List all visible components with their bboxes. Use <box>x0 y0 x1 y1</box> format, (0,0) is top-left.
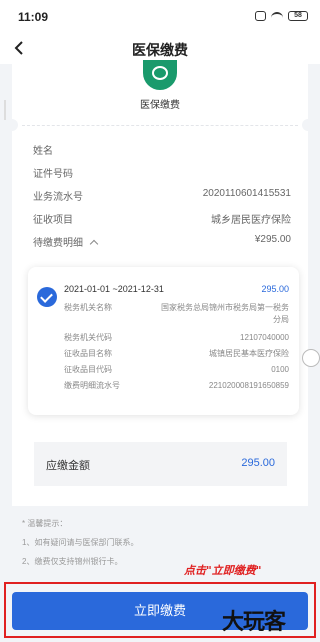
scroll-indicator <box>4 100 6 120</box>
service-name: 医保缴费 <box>140 100 180 111</box>
detail-label: 税务机关名称 <box>64 303 112 312</box>
chevron-up-icon[interactable] <box>89 239 99 249</box>
field-row-name: 姓名 <box>33 142 291 157</box>
field-row-id-number: 证件号码 <box>33 165 291 180</box>
tips-line: 1、如有疑问请与医保部门联系。 <box>22 538 139 547</box>
status-bar: 11:09 58 <box>0 0 320 32</box>
detail-label: 征收品目代码 <box>64 365 112 374</box>
field-row-serial: 业务流水号 2020110601415531 <box>33 188 291 203</box>
tips-title: * 温馨提示： <box>22 519 68 528</box>
annotation-text: 点击"立即缴费" <box>184 564 262 577</box>
detail-amount: 295.00 <box>261 284 289 294</box>
detail-label: 缴费明细流水号 <box>64 381 120 390</box>
card-notch-right <box>302 119 314 131</box>
field-label: 证件号码 <box>33 169 73 180</box>
checkbox-checked-icon[interactable] <box>37 287 57 307</box>
alarm-icon <box>255 11 266 21</box>
field-row-pending-details[interactable]: 待缴费明细 ¥295.00 <box>33 234 291 249</box>
detail-label: 征收品目名称 <box>64 349 112 358</box>
field-value: 2020110601415531 <box>202 188 291 199</box>
status-icons: 58 <box>255 11 308 21</box>
status-time: 11:09 <box>18 10 49 24</box>
battery-icon: 58 <box>288 11 308 21</box>
detail-label: 税务机关代码 <box>64 333 112 342</box>
radio-button[interactable] <box>302 349 320 367</box>
total-label: 应缴金额 <box>46 460 90 472</box>
page-title: 医保缴费 <box>132 42 188 58</box>
watermark-text: 大玩客 <box>222 610 286 635</box>
field-label: 姓名 <box>33 146 53 157</box>
detail-value: 0100 <box>271 365 289 374</box>
tips-line: 2、缴费仅支持锦州银行卡。 <box>22 557 123 566</box>
detail-value: 22102000819165085​9 <box>208 381 289 390</box>
wifi-icon <box>271 11 283 21</box>
field-label: 征收项目 <box>33 215 73 226</box>
detail-value: 国家税务总局锦州市税务局第一税务分局 <box>161 303 289 324</box>
payment-detail-card[interactable]: 2021-01-01 ~2021-12-31 295.00 税务机关名称 国家税… <box>28 267 299 415</box>
payment-card: 医保缴费 姓名 证件号码 业务流水号 2020110601415531 征收项目… <box>6 60 320 506</box>
field-row-item: 征收项目 城乡居民医疗保险 <box>33 211 291 226</box>
detail-period: 2021-01-01 ~2021-12-31 <box>64 284 164 294</box>
field-label: 待缴费明细 <box>33 234 99 249</box>
total-due-box: 应缴金额 295.00 <box>34 442 287 486</box>
medical-insurance-logo-icon <box>143 60 177 90</box>
field-label: 业务流水号 <box>33 192 83 203</box>
dashed-divider <box>22 125 298 126</box>
card-notch-left <box>6 119 18 131</box>
field-value: ¥295.00 <box>254 234 291 245</box>
total-value: 295.00 <box>241 457 275 469</box>
detail-value: 城镇居民基本医疗保险 <box>209 349 289 358</box>
detail-value: 12107040000 <box>240 333 289 342</box>
field-value: 城乡居民医疗保险 <box>211 215 291 226</box>
